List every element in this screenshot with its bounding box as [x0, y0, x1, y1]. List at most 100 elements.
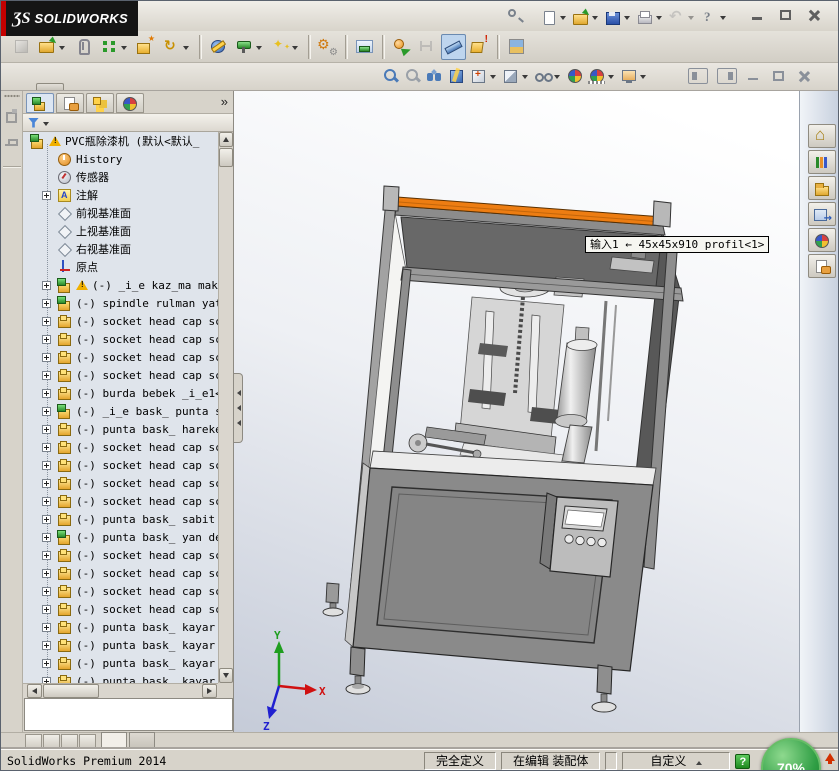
toolbar-button-bill-of-materials[interactable]: [352, 34, 377, 60]
tree-item[interactable]: (-) socket head cap scr: [23, 582, 219, 600]
task-pane-button-custom-properties[interactable]: [808, 254, 836, 278]
scrollbar-thumb[interactable]: [43, 684, 99, 698]
tree-item[interactable]: (-) socket head cap scr: [23, 546, 219, 564]
toolbar-button-mate[interactable]: [71, 34, 96, 60]
search-icon[interactable]: [506, 8, 526, 25]
task-pane-button-file-explorer[interactable]: [808, 176, 836, 200]
cylinder-lower[interactable]: [561, 424, 593, 464]
tree-item[interactable]: (-) punta bask_ kayar y: [23, 636, 219, 654]
sheet-nav-button-prev-tab[interactable]: [43, 734, 60, 748]
panel-tab-configurationmanager[interactable]: [86, 93, 114, 113]
quick-button-new[interactable]: [539, 9, 569, 26]
toolbar-button-open-component[interactable]: [35, 34, 70, 60]
hud-button-section-view[interactable]: [447, 67, 467, 84]
expand-icon[interactable]: [42, 604, 51, 614]
tree-item[interactable]: (-) punta bask_ kayar y: [23, 672, 219, 683]
expand-icon[interactable]: [42, 586, 51, 596]
tree-item[interactable]: (-) punta bask_ kayar y: [23, 618, 219, 636]
tree-item[interactable]: History: [23, 150, 219, 168]
task-pane-button-home[interactable]: [808, 124, 836, 148]
expand-icon[interactable]: [42, 514, 51, 524]
tree-item[interactable]: 原点: [23, 258, 219, 276]
expand-icon[interactable]: [42, 406, 51, 416]
tree-item[interactable]: (-) punta bask_ sabit y: [23, 510, 219, 528]
menu-edit[interactable]: [158, 5, 174, 27]
expand-icon[interactable]: [42, 352, 51, 362]
hud-button-view-settings[interactable]: [619, 67, 649, 84]
sheet-nav-button-first-tab[interactable]: [25, 734, 42, 748]
control-button[interactable]: [564, 534, 574, 544]
toolbar-button-new-motion-study[interactable]: [268, 34, 303, 60]
quick-button-save[interactable]: [603, 9, 633, 26]
scroll-right-button[interactable]: [202, 684, 217, 698]
expand-icon[interactable]: [42, 640, 51, 650]
toolbar-button-assembly-features[interactable]: [206, 34, 231, 60]
tree-item[interactable]: 右视基准面: [23, 240, 219, 258]
doc-minimize-button[interactable]: [746, 70, 762, 83]
dropdown-arrow-icon[interactable]: [592, 16, 598, 23]
hud-button-hide-show-items[interactable]: [533, 67, 563, 84]
tree-item[interactable]: (-) spindle rulman yata: [23, 294, 219, 312]
cylinder-upper[interactable]: [556, 342, 597, 422]
expand-icon[interactable]: [42, 622, 51, 632]
toolbar-button-linear-component-pattern[interactable]: [97, 34, 132, 60]
grayed-tool-button-1[interactable]: [3, 108, 21, 126]
task-pane-button-design-library[interactable]: [808, 150, 836, 174]
dropdown-arrow-icon[interactable]: [720, 16, 726, 23]
tree-item[interactable]: (-) socket head cap scr: [23, 312, 219, 330]
quick-button-open[interactable]: [571, 9, 601, 26]
expand-icon[interactable]: [42, 532, 51, 542]
tree-item[interactable]: (-) burda bebek _i_e1<1: [23, 384, 219, 402]
tree-item[interactable]: 前视基准面: [23, 204, 219, 222]
menu-help[interactable]: [238, 5, 254, 27]
tree-item[interactable]: (-) punta bask_ yan des: [23, 528, 219, 546]
hud-button-zoom-to-fit[interactable]: [381, 67, 401, 84]
menu-file[interactable]: [142, 5, 158, 27]
control-button[interactable]: [586, 536, 596, 547]
control-button[interactable]: [575, 535, 585, 546]
scroll-down-button[interactable]: [219, 668, 233, 683]
hud-button-previous-view[interactable]: [425, 67, 445, 84]
machine-model[interactable]: Y X Z: [234, 91, 801, 732]
quick-button-help[interactable]: [699, 9, 729, 26]
dropdown-arrow-icon[interactable]: [183, 45, 189, 53]
command-tab-sketch[interactable]: [36, 83, 64, 90]
expand-icon[interactable]: [42, 316, 51, 326]
dropdown-arrow-icon[interactable]: [560, 16, 566, 23]
menu-insert[interactable]: [190, 5, 206, 27]
sheet-nav-button-next-tab[interactable]: [61, 734, 78, 748]
dropdown-arrow-icon[interactable]: [688, 16, 694, 23]
tree-item[interactable]: 上视基准面: [23, 222, 219, 240]
tree-item[interactable]: (-) _i_e kaz_ma makir: [23, 276, 219, 294]
tree-item[interactable]: 传感器: [23, 168, 219, 186]
custom-status-dropdown[interactable]: 自定义: [622, 752, 731, 770]
tree-filter-bar[interactable]: [23, 114, 233, 132]
tree-item[interactable]: (-) socket head cap scr: [23, 366, 219, 384]
hud-button-apply-scene[interactable]: [587, 67, 617, 84]
toolbar-button-insert-component[interactable]: [9, 34, 34, 60]
expand-icon[interactable]: [42, 496, 51, 506]
hud-button-zoom-to-area[interactable]: [403, 67, 423, 84]
dropdown-arrow-icon[interactable]: [490, 74, 496, 82]
task-pane-button-appearances-scenes[interactable]: [808, 228, 836, 252]
expand-icon[interactable]: [42, 370, 51, 380]
menu-tools[interactable]: [206, 5, 222, 27]
expand-icon[interactable]: [42, 298, 51, 308]
tree-item[interactable]: 注解: [23, 186, 219, 204]
tree-item[interactable]: (-) socket head cap scr: [23, 492, 219, 510]
expand-icon[interactable]: [42, 550, 51, 560]
dropdown-arrow-icon[interactable]: [640, 74, 646, 82]
collapse-right-pane-button[interactable]: [717, 68, 737, 84]
expand-icon[interactable]: [42, 334, 51, 344]
toolbar-button-interference-detection[interactable]: [467, 34, 492, 60]
chevron-down-icon[interactable]: [43, 121, 49, 129]
dropdown-arrow-icon[interactable]: [121, 45, 127, 53]
scroll-left-button[interactable]: [27, 684, 42, 698]
sheet-nav-button-last-tab[interactable]: [79, 734, 96, 748]
dropdown-arrow-icon[interactable]: [59, 45, 65, 53]
tree-horizontal-scrollbar[interactable]: [23, 683, 219, 698]
help-icon[interactable]: ?: [735, 753, 751, 769]
toolbar-button-exploded-view[interactable]: [389, 34, 414, 60]
toolbar-button-smart-fasteners[interactable]: [133, 34, 158, 60]
menu-window[interactable]: [222, 5, 238, 27]
